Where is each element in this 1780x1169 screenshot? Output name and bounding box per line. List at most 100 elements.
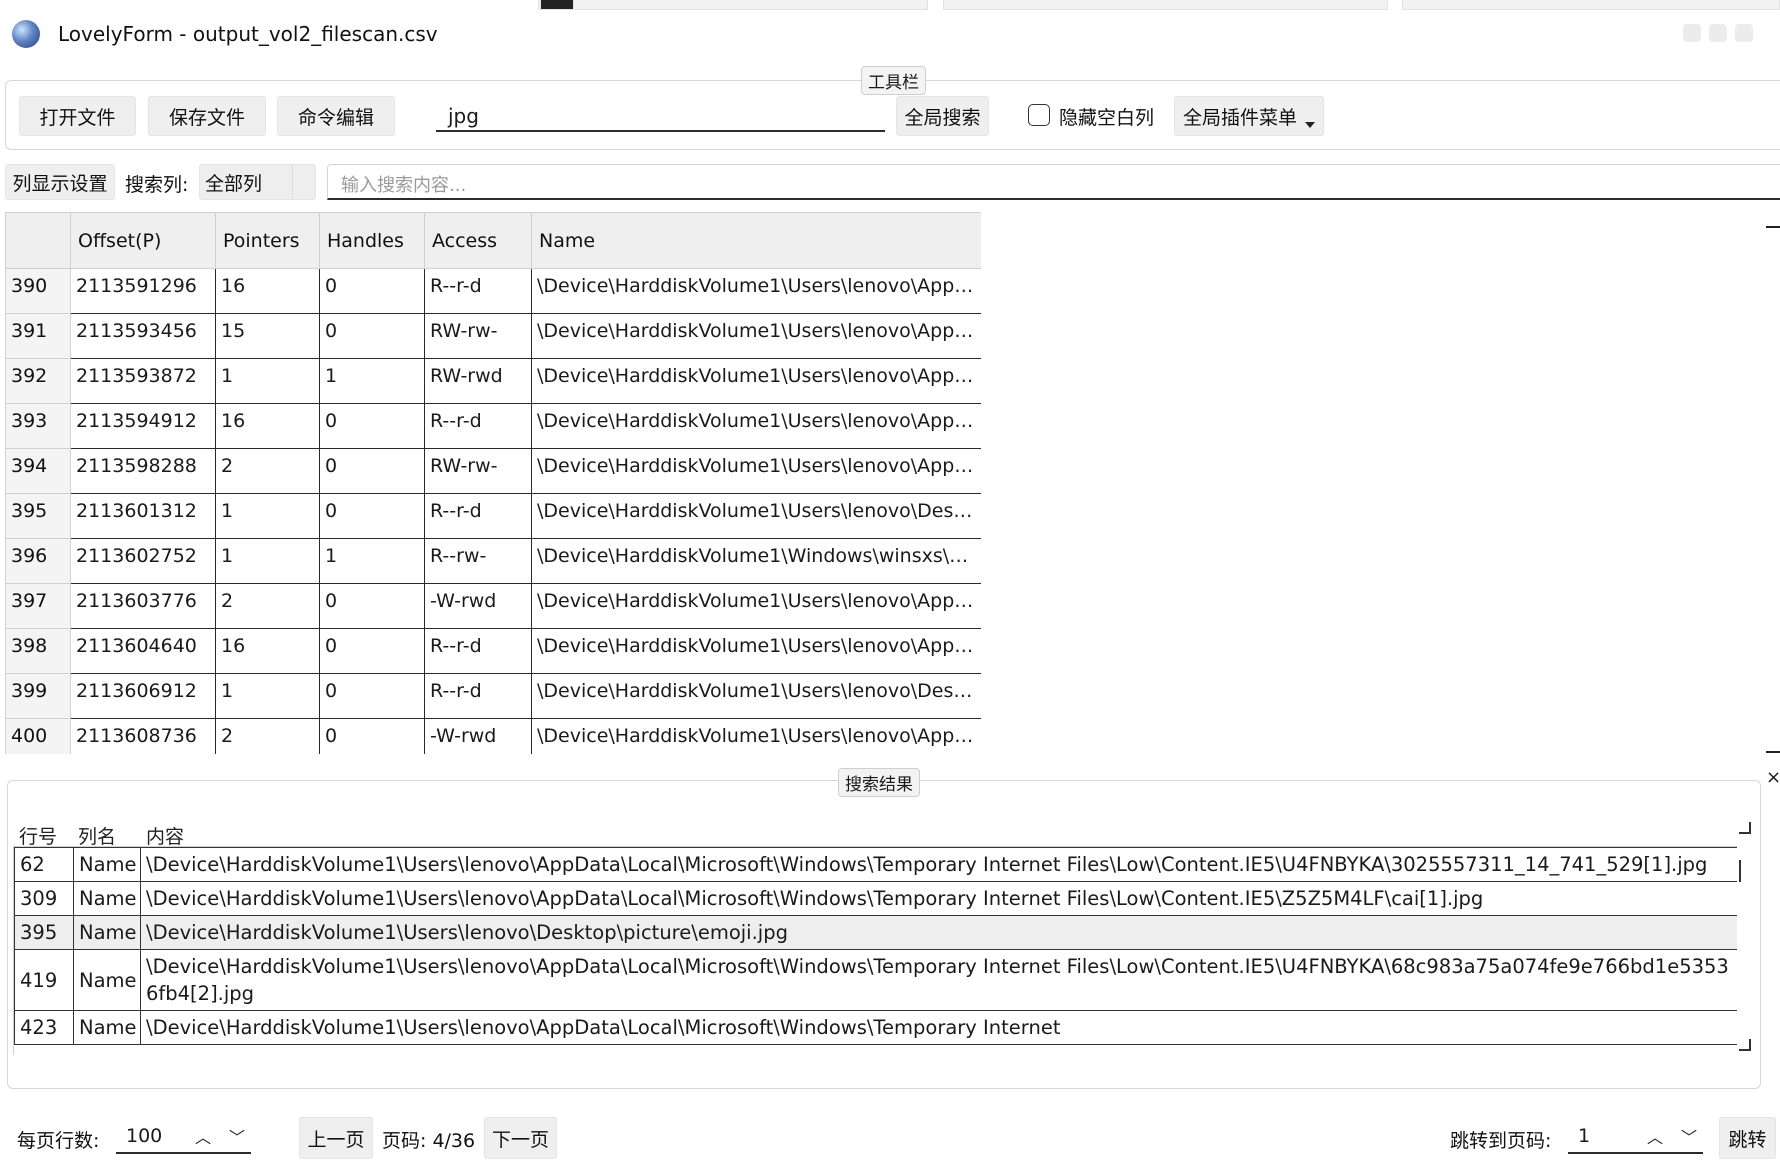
scrollbar-marker[interactable] [1766, 751, 1780, 753]
result-row[interactable]: 395 Name \Device\HarddiskVolume1\Users\len… [14, 915, 1737, 950]
pointers-cell[interactable]: 15 [215, 313, 320, 359]
result-line-cell[interactable]: 309 [14, 881, 74, 916]
result-line-cell[interactable]: 423 [14, 1010, 74, 1045]
chevron-up-icon[interactable]: ︿ [195, 1124, 211, 1148]
global-search-input[interactable]: jpg [436, 96, 885, 132]
plugin-menu-button[interactable]: 全局插件菜单 [1174, 96, 1324, 136]
result-content-cell[interactable]: \Device\HarddiskVolume1\Users\lenovo\App… [140, 847, 1737, 882]
scroll-thumb[interactable] [1739, 860, 1741, 882]
handles-cell[interactable]: 0 [319, 313, 425, 359]
offset-cell[interactable]: 2113593872 [70, 358, 216, 404]
result-line-cell[interactable]: 62 [14, 847, 74, 882]
pointers-cell[interactable]: 1 [215, 493, 320, 539]
results-scrollbar[interactable] [1737, 822, 1753, 1055]
row-number-cell[interactable]: 396 [5, 538, 71, 584]
offset-cell[interactable]: 2113593456 [70, 313, 216, 359]
access-cell[interactable]: R--r-d [424, 403, 532, 449]
minimize-button[interactable] [1683, 24, 1701, 42]
handles-cell[interactable]: 0 [319, 583, 425, 629]
pointers-cell[interactable]: 2 [215, 448, 320, 494]
offset-cell[interactable]: 2113598288 [70, 448, 216, 494]
handles-cell[interactable]: 0 [319, 403, 425, 449]
handles-cell[interactable]: 0 [319, 268, 425, 314]
pointers-cell[interactable]: 16 [215, 268, 320, 314]
column-search-input[interactable]: 输入搜索内容... [327, 164, 1780, 200]
name-cell[interactable]: \Device\HarddiskVolume1\Users\lenovo\Des… [531, 673, 981, 719]
result-column-cell[interactable]: Name [73, 949, 141, 1011]
access-cell[interactable]: R--r-d [424, 673, 532, 719]
handles-cell[interactable]: 1 [319, 538, 425, 584]
column-display-settings-button[interactable]: 列显示设置 [5, 164, 115, 200]
prev-page-button[interactable]: 上一页 [299, 1117, 373, 1159]
name-cell[interactable]: \Device\HarddiskVolume1\Users\lenovo\App… [531, 448, 981, 494]
result-row[interactable]: 423 Name \Device\HarddiskVolume1\Users\len… [14, 1010, 1737, 1045]
scrollbar-marker[interactable] [1766, 226, 1780, 228]
handles-cell[interactable]: 1 [319, 358, 425, 404]
result-column-cell[interactable]: Name [73, 1010, 141, 1045]
handles-cell[interactable]: 0 [319, 628, 425, 674]
row-number-cell[interactable]: 400 [5, 718, 71, 754]
results-header-line[interactable]: 行号 [19, 822, 57, 849]
access-cell[interactable]: -W-rwd [424, 718, 532, 754]
handles-cell[interactable]: 0 [319, 718, 425, 754]
name-cell[interactable]: \Device\HarddiskVolume1\Users\lenovo\App… [531, 313, 981, 359]
search-column-select[interactable]: 全部列 [199, 164, 316, 200]
pointers-cell[interactable]: 2 [215, 718, 320, 754]
name-cell[interactable]: \Device\HarddiskVolume1\Users\lenovo\App… [531, 718, 981, 754]
row-number-cell[interactable]: 393 [5, 403, 71, 449]
hide-empty-columns-checkbox[interactable] [1028, 104, 1050, 126]
table-row[interactable]: 390 2113591296 16 0 R--r-d \Device\HarddiskVo… [5, 268, 981, 314]
access-cell[interactable]: RW-rwd [424, 358, 532, 404]
chevron-down-icon[interactable]: ﹀ [1681, 1124, 1697, 1148]
access-cell[interactable]: RW-rw- [424, 313, 532, 359]
global-search-button[interactable]: 全局搜索 [896, 96, 989, 136]
column-header-handles[interactable]: Handles [319, 212, 425, 269]
open-file-button[interactable]: 打开文件 [19, 96, 136, 136]
row-number-cell[interactable]: 392 [5, 358, 71, 404]
offset-cell[interactable]: 2113608736 [70, 718, 216, 754]
name-cell[interactable]: \Device\HarddiskVolume1\Users\lenovo\App… [531, 268, 981, 314]
result-row[interactable]: 419 Name \Device\HarddiskVolume1\Users\len… [14, 949, 1737, 1011]
command-edit-button[interactable]: 命令编辑 [277, 96, 395, 136]
result-content-cell[interactable]: \Device\HarddiskVolume1\Users\lenovo\Des… [140, 915, 1737, 950]
result-content-cell[interactable]: \Device\HarddiskVolume1\Users\lenovo\App… [140, 1010, 1737, 1045]
pointers-cell[interactable]: 2 [215, 583, 320, 629]
chevron-up-icon[interactable]: ︿ [1647, 1124, 1663, 1148]
name-cell[interactable]: \Device\HarddiskVolume1\Users\lenovo\App… [531, 403, 981, 449]
offset-cell[interactable]: 2113603776 [70, 583, 216, 629]
result-line-cell[interactable]: 395 [14, 915, 74, 950]
column-header-pointers[interactable]: Pointers [215, 212, 320, 269]
result-column-cell[interactable]: Name [73, 847, 141, 882]
results-header-content[interactable]: 内容 [146, 822, 184, 849]
access-cell[interactable]: R--r-d [424, 628, 532, 674]
result-row[interactable]: 62 Name \Device\HarddiskVolume1\Users\leno… [14, 847, 1737, 882]
name-cell[interactable]: \Device\HarddiskVolume1\Users\lenovo\App… [531, 583, 981, 629]
access-cell[interactable]: -W-rwd [424, 583, 532, 629]
pointers-cell[interactable]: 1 [215, 358, 320, 404]
column-header-access[interactable]: Access [424, 212, 532, 269]
table-row[interactable]: 392 2113593872 1 1 RW-rwd \Device\HarddiskVol… [5, 358, 981, 404]
result-column-cell[interactable]: Name [73, 881, 141, 916]
name-cell[interactable]: \Device\HarddiskVolume1\Windows\winsxs\x… [531, 538, 981, 584]
table-row[interactable]: 398 2113604640 16 0 R--r-d \Device\HarddiskVo… [5, 628, 981, 674]
table-row[interactable]: 396 2113602752 1 1 R--rw- \Device\HarddiskVol… [5, 538, 981, 584]
row-number-cell[interactable]: 397 [5, 583, 71, 629]
row-number-cell[interactable]: 395 [5, 493, 71, 539]
pointers-cell[interactable]: 16 [215, 403, 320, 449]
scroll-up-marker[interactable] [1739, 822, 1751, 834]
goto-page-spinbox[interactable]: 1 ︿ ﹀ [1568, 1120, 1703, 1154]
access-cell[interactable]: RW-rw- [424, 448, 532, 494]
name-cell[interactable]: \Device\HarddiskVolume1\Users\lenovo\App… [531, 358, 981, 404]
pointers-cell[interactable]: 16 [215, 628, 320, 674]
name-cell[interactable]: \Device\HarddiskVolume1\Users\lenovo\App… [531, 628, 981, 674]
row-number-cell[interactable]: 394 [5, 448, 71, 494]
close-icon[interactable]: × [1766, 767, 1780, 788]
result-line-cell[interactable]: 419 [14, 949, 74, 1011]
row-number-cell[interactable]: 390 [5, 268, 71, 314]
offset-cell[interactable]: 2113602752 [70, 538, 216, 584]
row-number-cell[interactable]: 398 [5, 628, 71, 674]
result-column-cell[interactable]: Name [73, 915, 141, 950]
close-window-button[interactable] [1735, 24, 1753, 42]
row-number-cell[interactable]: 391 [5, 313, 71, 359]
offset-cell[interactable]: 2113604640 [70, 628, 216, 674]
